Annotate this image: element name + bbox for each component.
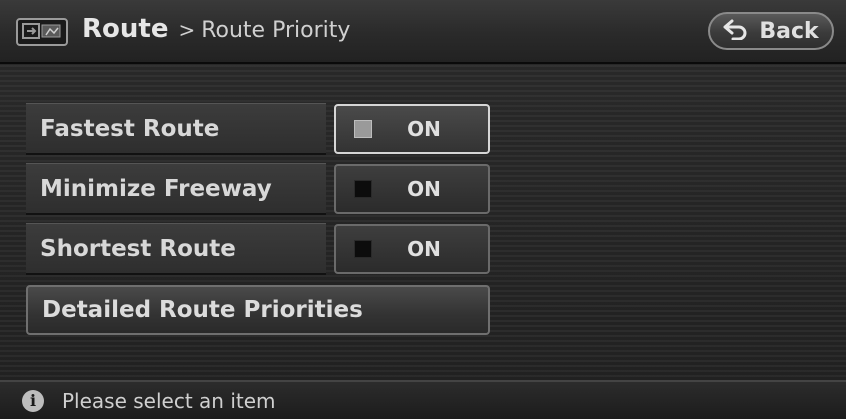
back-arrow-icon	[723, 18, 749, 44]
breadcrumb: Route > Route Priority	[82, 14, 350, 50]
header-bar: Route > Route Priority Back	[0, 0, 846, 64]
page-title: Route Priority	[201, 18, 351, 43]
shortest-route-label[interactable]: Shortest Route	[26, 223, 326, 275]
back-button[interactable]: Back	[708, 12, 834, 50]
minimize-freeway-toggle[interactable]: ON	[334, 164, 490, 214]
map-screen-icon[interactable]	[16, 18, 68, 46]
shortest-route-toggle[interactable]: ON	[334, 224, 490, 274]
toggle-indicator-icon	[354, 120, 372, 138]
toggle-state: ON	[407, 237, 441, 261]
route-priority-screen: Route > Route Priority Back Fastest Rout…	[0, 0, 846, 419]
toggle-indicator-icon	[354, 180, 372, 198]
minimize-freeway-label[interactable]: Minimize Freeway	[26, 163, 326, 215]
breadcrumb-route: Route	[82, 14, 169, 44]
back-label: Back	[759, 18, 819, 44]
toggle-state: ON	[407, 177, 441, 201]
toggle-indicator-icon	[354, 240, 372, 258]
status-bar: i Please select an item	[0, 380, 846, 419]
breadcrumb-separator: >	[178, 18, 196, 42]
fastest-route-label[interactable]: Fastest Route	[26, 103, 326, 155]
detailed-route-priorities-button[interactable]: Detailed Route Priorities	[26, 285, 490, 335]
fastest-route-toggle[interactable]: ON	[334, 104, 490, 154]
toggle-state: ON	[407, 117, 441, 141]
status-message: Please select an item	[62, 388, 276, 413]
info-icon: i	[22, 389, 44, 412]
